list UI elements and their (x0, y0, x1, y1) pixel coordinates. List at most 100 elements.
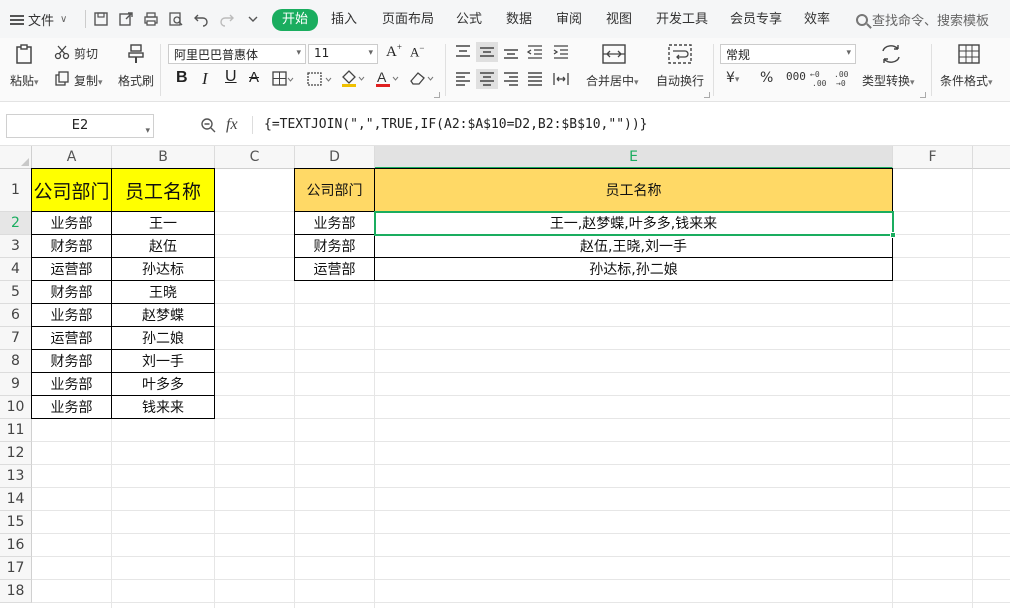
row-header-11[interactable]: 11 (0, 419, 32, 442)
row-header-18[interactable]: 18 (0, 580, 32, 603)
align-top-icon[interactable] (454, 44, 472, 60)
row-header-5[interactable]: 5 (0, 281, 32, 304)
decrease-font-icon[interactable]: A− (410, 43, 424, 60)
align-bottom-icon[interactable] (502, 44, 520, 60)
cell-e1[interactable]: 员工名称 (375, 169, 893, 212)
increase-indent-icon[interactable] (552, 44, 570, 60)
print-preview-icon[interactable] (167, 10, 185, 28)
cell-a9[interactable]: 业务部 (32, 373, 112, 396)
row-header-2[interactable]: 2 (0, 212, 32, 235)
column-header-a[interactable]: A (32, 146, 112, 169)
underline-button[interactable]: U (225, 68, 237, 86)
percent-button[interactable]: % (760, 70, 773, 86)
cell-b10[interactable]: 钱来来 (112, 396, 215, 419)
cell-b3[interactable]: 赵伍 (112, 235, 215, 258)
row-header-17[interactable]: 17 (0, 557, 32, 580)
align-center-icon[interactable] (476, 69, 498, 89)
file-menu[interactable]: 文件 ∨ (10, 10, 67, 29)
column-header-c[interactable]: C (215, 146, 295, 169)
row-header-6[interactable]: 6 (0, 304, 32, 327)
clear-format-icon[interactable] (408, 69, 436, 87)
cell-b5[interactable]: 王晓 (112, 281, 215, 304)
name-box[interactable]: E2 ▾ (6, 114, 154, 138)
type-convert-button[interactable]: 类型转换▾ (862, 72, 915, 89)
paste-button[interactable]: 粘贴▾ (10, 72, 39, 89)
decrease-indent-icon[interactable] (526, 44, 544, 60)
cell-d3[interactable]: 财务部 (295, 235, 375, 258)
row-header-3[interactable]: 3 (0, 235, 32, 258)
column-header-b[interactable]: B (112, 146, 215, 169)
font-name-select[interactable]: 阿里巴巴普惠体 ▾ (168, 44, 306, 64)
number-format-select[interactable]: 常规 ▾ (720, 44, 856, 64)
increase-decimal-icon[interactable]: ←0.00 (810, 69, 830, 87)
tab-developer[interactable]: 开发工具 (656, 10, 708, 30)
increase-font-icon[interactable]: A+ (386, 42, 402, 61)
decrease-decimal-icon[interactable]: .00 →0 (834, 69, 854, 87)
row-header-1[interactable]: 1 (0, 169, 32, 212)
cell-style-icon[interactable] (307, 71, 333, 87)
paste-icon[interactable] (12, 42, 36, 66)
tab-member[interactable]: 会员专享 (730, 10, 782, 30)
insert-function-button[interactable]: fx (226, 116, 238, 134)
row-header-16[interactable]: 16 (0, 534, 32, 557)
alignment-dialog-launcher[interactable] (704, 92, 710, 98)
fill-handle[interactable] (890, 232, 896, 238)
row-header-8[interactable]: 8 (0, 350, 32, 373)
row-header-9[interactable]: 9 (0, 373, 32, 396)
export-icon[interactable] (117, 10, 135, 28)
row-header-14[interactable]: 14 (0, 488, 32, 511)
cell-e2[interactable]: 王一,赵梦蝶,叶多多,钱来来 (375, 212, 893, 235)
border-icon[interactable] (272, 71, 294, 87)
row-header-13[interactable]: 13 (0, 465, 32, 488)
cell-d1[interactable]: 公司部门 (295, 169, 375, 212)
tab-formulas[interactable]: 公式 (456, 10, 482, 30)
tab-data[interactable]: 数据 (506, 10, 532, 30)
column-header-f[interactable]: F (893, 146, 973, 169)
cell-b7[interactable]: 孙二娘 (112, 327, 215, 350)
merge-center-button[interactable]: 合并居中▾ (586, 72, 639, 89)
tab-review[interactable]: 审阅 (556, 10, 582, 30)
number-dialog-launcher[interactable] (920, 92, 926, 98)
cut-button[interactable]: 剪切 (74, 45, 98, 62)
row-header-12[interactable]: 12 (0, 442, 32, 465)
font-size-select[interactable]: 11 ▾ (308, 44, 378, 64)
italic-button[interactable]: I (202, 69, 208, 89)
zoom-formula-icon[interactable] (200, 117, 216, 133)
cell-b4[interactable]: 孙达标 (112, 258, 215, 281)
cell-a2[interactable]: 业务部 (32, 212, 112, 235)
cell-d4[interactable]: 运营部 (295, 258, 375, 281)
cell-d2[interactable]: 业务部 (295, 212, 375, 235)
redo-icon[interactable] (218, 10, 236, 28)
wrap-text-button[interactable]: 自动换行 (656, 72, 704, 89)
cell-e4[interactable]: 孙达标,孙二娘 (375, 258, 893, 281)
bold-button[interactable]: B (176, 69, 188, 87)
save-icon[interactable] (92, 10, 110, 28)
format-painter-button[interactable]: 格式刷 (118, 72, 154, 89)
cell-b9[interactable]: 叶多多 (112, 373, 215, 396)
align-right-icon[interactable] (502, 71, 520, 87)
tab-home[interactable]: 开始 (272, 9, 319, 31)
tab-page-layout[interactable]: 页面布局 (382, 10, 434, 30)
command-search[interactable]: 查找命令、搜索模板 (856, 10, 989, 29)
row-header-10[interactable]: 10 (0, 396, 32, 419)
undo-icon[interactable] (192, 10, 210, 28)
cell-b8[interactable]: 刘一手 (112, 350, 215, 373)
copy-button[interactable]: 复制▾ (74, 72, 103, 89)
font-color-icon[interactable]: A (374, 69, 400, 87)
distributed-align-icon[interactable] (552, 71, 570, 87)
quick-access-dropdown-icon[interactable] (244, 10, 262, 28)
currency-button[interactable]: ¥▾ (726, 70, 739, 86)
cell-a7[interactable]: 运营部 (32, 327, 112, 350)
column-header-d[interactable]: D (295, 146, 375, 169)
print-icon[interactable] (142, 10, 160, 28)
thousands-separator-button[interactable]: 000 (786, 70, 806, 83)
formula-input[interactable]: {=TEXTJOIN(",",TRUE,IF(A2:$A$10=D2,B2:$B… (264, 117, 648, 132)
font-dialog-launcher[interactable] (434, 92, 440, 98)
tab-insert[interactable]: 插入 (331, 10, 357, 30)
tab-view[interactable]: 视图 (606, 10, 632, 30)
row-header-7[interactable]: 7 (0, 327, 32, 350)
align-left-icon[interactable] (454, 71, 472, 87)
justify-icon[interactable] (526, 71, 544, 87)
tab-efficiency[interactable]: 效率 (804, 10, 830, 30)
cell-a6[interactable]: 业务部 (32, 304, 112, 327)
